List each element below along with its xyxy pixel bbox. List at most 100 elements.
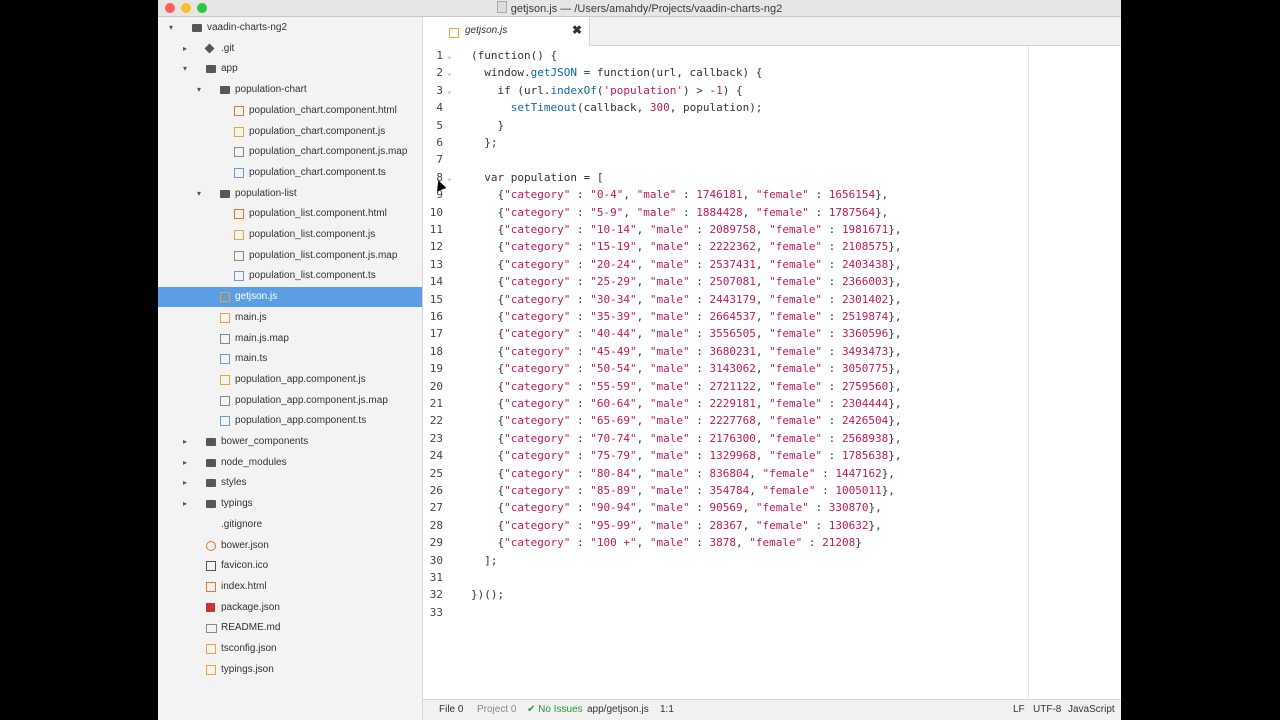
tree-item[interactable]: ▾ app xyxy=(158,59,422,79)
tree-item[interactable]: bower.json xyxy=(158,536,422,556)
code-line[interactable]: 24 {"category" : "75-79", "male" : 13299… xyxy=(423,447,1023,464)
project-count[interactable]: Project 0 xyxy=(477,704,516,715)
code-line[interactable]: 9 {"category" : "0-4", "male" : 1746181,… xyxy=(423,186,1023,203)
chevron-down-icon[interactable]: ▾ xyxy=(194,80,204,100)
code-line[interactable]: 27 {"category" : "90-94", "male" : 90569… xyxy=(423,499,1023,516)
tree-item[interactable]: population_chart.component.html xyxy=(158,101,422,121)
tree-item[interactable]: ▸ bower_components xyxy=(158,432,422,452)
tree-item[interactable]: README.md xyxy=(158,618,422,638)
tree-item-label: bower.json xyxy=(221,539,269,551)
lint-status[interactable]: ✔ No Issues xyxy=(527,704,583,715)
chevron-down-icon[interactable]: ▾ xyxy=(180,59,190,79)
chevron-right-icon[interactable]: ▸ xyxy=(180,473,190,493)
close-tab-icon[interactable]: ✖ xyxy=(572,23,582,37)
markdown-icon xyxy=(206,624,217,634)
tree-item-label: population_chart.component.ts xyxy=(249,166,386,178)
title-bar: getjson.js — /Users/amahdy/Projects/vaad… xyxy=(158,0,1121,17)
tree-item[interactable]: population_app.component.js xyxy=(158,370,422,390)
tab-getjson[interactable]: getjson.js ✖ xyxy=(423,17,590,46)
tree-item[interactable]: population_list.component.ts xyxy=(158,266,422,286)
fold-icon[interactable]: ⌄ xyxy=(447,47,452,64)
tree-item[interactable]: favicon.ico xyxy=(158,556,422,576)
code-line[interactable]: 3 ⌄ if (url.indexOf('population') > -1) { xyxy=(423,82,1023,99)
file-path[interactable]: app/getjson.js xyxy=(587,704,649,715)
code-line[interactable]: 18 {"category" : "45-49", "male" : 36802… xyxy=(423,343,1023,360)
code-line[interactable]: 17 {"category" : "40-44", "male" : 35565… xyxy=(423,325,1023,342)
code-line[interactable]: 32})(); xyxy=(423,586,1023,603)
tree-item[interactable]: main.js.map xyxy=(158,329,422,349)
tree-item[interactable]: population_list.component.js xyxy=(158,225,422,245)
tree-item[interactable]: ▸ styles xyxy=(158,473,422,493)
chevron-right-icon[interactable]: ▸ xyxy=(180,494,190,514)
tree-item[interactable]: population_chart.component.ts xyxy=(158,163,422,183)
tree-item[interactable]: population_app.component.js.map xyxy=(158,391,422,411)
line-ending[interactable]: LF xyxy=(1013,704,1025,715)
chevron-right-icon[interactable]: ▸ xyxy=(180,432,190,452)
code-line[interactable]: 23 {"category" : "70-74", "male" : 21763… xyxy=(423,430,1023,447)
folder-icon xyxy=(206,438,216,446)
tree-item[interactable]: ▾ vaadin-charts-ng2 xyxy=(158,18,422,38)
code-line[interactable]: 16 {"category" : "35-39", "male" : 26645… xyxy=(423,308,1023,325)
code-line[interactable]: 28 {"category" : "95-99", "male" : 28367… xyxy=(423,517,1023,534)
chevron-down-icon[interactable]: ▾ xyxy=(166,18,176,38)
code-line[interactable]: 25 {"category" : "80-84", "male" : 83680… xyxy=(423,465,1023,482)
code-line[interactable]: 20 {"category" : "55-59", "male" : 27211… xyxy=(423,378,1023,395)
tree-item[interactable]: tsconfig.json xyxy=(158,639,422,659)
file-count[interactable]: File 0 xyxy=(439,704,463,715)
tree-item[interactable]: main.js xyxy=(158,308,422,328)
tree-item[interactable]: ▸ node_modules xyxy=(158,453,422,473)
code-line[interactable]: 12 {"category" : "15-19", "male" : 22223… xyxy=(423,238,1023,255)
tree-item[interactable]: population_app.component.ts xyxy=(158,411,422,431)
code-line[interactable]: 22 {"category" : "65-69", "male" : 22277… xyxy=(423,412,1023,429)
code-line[interactable]: 1 ⌄ (function() { xyxy=(423,47,1023,64)
code-line[interactable]: 10 {"category" : "5-9", "male" : 1884428… xyxy=(423,204,1023,221)
code-line[interactable]: 30 ]; xyxy=(423,552,1023,569)
chevron-right-icon[interactable]: ▸ xyxy=(180,39,190,59)
tree-item[interactable]: ▾ population-chart xyxy=(158,80,422,100)
code-line[interactable]: 8 ⌄ var population = [ xyxy=(423,169,1023,186)
tree-item[interactable]: population_chart.component.js.map xyxy=(158,142,422,162)
tree-item[interactable]: package.json xyxy=(158,598,422,618)
code-line[interactable]: 15 {"category" : "30-34", "male" : 24431… xyxy=(423,291,1023,308)
tree-item[interactable]: ▸ typings xyxy=(158,494,422,514)
tree-item[interactable]: population_list.component.html xyxy=(158,204,422,224)
code-line[interactable]: 29 {"category" : "100 +", "male" : 3878,… xyxy=(423,534,1023,551)
tree-item-label: main.ts xyxy=(235,353,268,365)
project-tree[interactable]: ▾ vaadin-charts-ng2 ▸ .git ▾ app ▾ population-c… xyxy=(158,17,423,720)
encoding[interactable]: UTF-8 xyxy=(1033,704,1061,715)
ts-file-icon xyxy=(234,167,244,178)
tree-item[interactable]: main.ts xyxy=(158,349,422,369)
tree-item[interactable]: getjson.js xyxy=(158,287,422,308)
code-line[interactable]: 6 }; xyxy=(423,134,1023,151)
code-line[interactable]: 11 {"category" : "10-14", "male" : 20897… xyxy=(423,221,1023,238)
tree-item-label: .git xyxy=(221,42,235,54)
tree-item[interactable]: index.html xyxy=(158,577,422,597)
code-line[interactable]: 5 } xyxy=(423,117,1023,134)
code-line[interactable]: 13 {"category" : "20-24", "male" : 25374… xyxy=(423,256,1023,273)
code-line[interactable]: 4 setTimeout(callback, 300, population); xyxy=(423,99,1023,116)
code-line[interactable]: 21 {"category" : "60-64", "male" : 22291… xyxy=(423,395,1023,412)
code-line[interactable]: 2 ⌄ window.getJSON = function(url, callba… xyxy=(423,64,1023,81)
code-line[interactable]: 19 {"category" : "50-54", "male" : 31430… xyxy=(423,360,1023,377)
grammar[interactable]: JavaScript xyxy=(1068,704,1115,715)
code-line[interactable]: 31 xyxy=(423,569,1023,586)
fold-icon[interactable]: ⌄ xyxy=(447,169,452,186)
code-line[interactable]: 26 {"category" : "85-89", "male" : 35478… xyxy=(423,482,1023,499)
tree-item-label: population_chart.component.html xyxy=(249,104,397,116)
chevron-right-icon[interactable]: ▸ xyxy=(180,453,190,473)
tree-item[interactable]: population_chart.component.js xyxy=(158,122,422,142)
fold-icon[interactable]: ⌄ xyxy=(447,64,452,81)
code-line[interactable]: 14 {"category" : "25-29", "male" : 25070… xyxy=(423,273,1023,290)
tree-item[interactable]: ▸ .git xyxy=(158,39,422,59)
code-line[interactable]: 33 xyxy=(423,604,1023,621)
tree-item[interactable]: population_list.component.js.map xyxy=(158,246,422,266)
line-number: 21 xyxy=(429,397,443,410)
fold-icon[interactable]: ⌄ xyxy=(447,82,452,99)
tree-item[interactable]: ▾ population-list xyxy=(158,184,422,204)
code-editor[interactable]: 1 ⌄ (function() {2 ⌄ window.getJSON = funct… xyxy=(423,46,1121,699)
chevron-down-icon[interactable]: ▾ xyxy=(194,184,204,204)
code-line[interactable]: 7 xyxy=(423,151,1023,168)
tree-item[interactable]: typings.json xyxy=(158,660,422,680)
tree-item[interactable]: .gitignore xyxy=(158,515,422,535)
cursor-position[interactable]: 1:1 xyxy=(660,704,674,715)
